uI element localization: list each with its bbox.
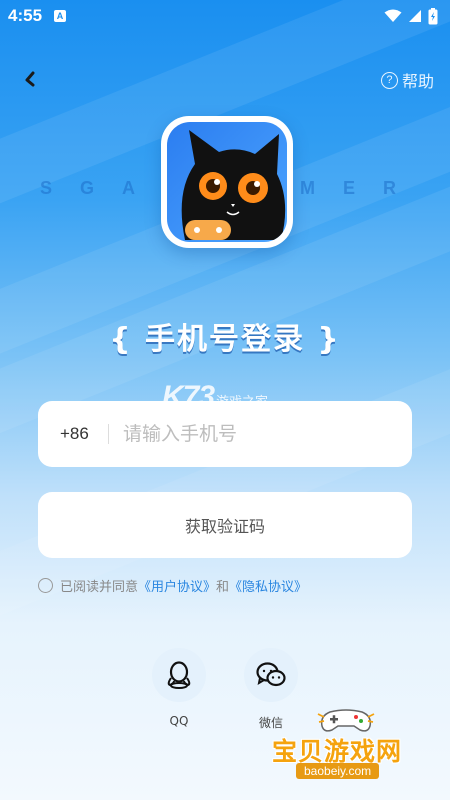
signal-icon (409, 10, 421, 22)
notification-icon: A (54, 10, 67, 22)
gamepad-icon (317, 709, 375, 732)
agreement-prefix: 已阅读并同意 (60, 580, 139, 595)
get-code-button[interactable]: 获取验证码 (38, 492, 412, 558)
back-arrow-icon (25, 71, 35, 87)
app-logo (161, 116, 293, 248)
site-watermark: 宝贝游戏网 baobeiy.com (272, 708, 432, 788)
qq-icon (167, 661, 191, 689)
help-label: 帮助 (401, 72, 434, 91)
help-button[interactable]: ? 帮助 (380, 68, 434, 92)
country-code[interactable]: +86 (38, 424, 108, 444)
brand-text-left: SGA (40, 178, 164, 198)
phone-input[interactable] (109, 423, 412, 445)
user-agreement-link[interactable]: 《用户协议》 (138, 576, 216, 595)
wechat-icon-circle (244, 648, 298, 702)
wechat-icon (256, 662, 286, 687)
battery-icon (428, 7, 438, 24)
qq-login-button[interactable]: QQ (152, 648, 206, 728)
qq-icon-circle (152, 648, 206, 702)
status-bar: 4:55 A (0, 0, 450, 32)
site-url: baobeiy.com (296, 763, 380, 779)
qq-label: QQ (169, 714, 189, 728)
status-icons (384, 7, 438, 25)
brand-text-right: MER (300, 178, 424, 198)
agreement-checkbox[interactable] (38, 578, 53, 593)
agreement-row: 已阅读并同意 《用户协议》 和 《隐私协议》 (38, 576, 307, 595)
back-button[interactable] (16, 64, 46, 94)
privacy-policy-link[interactable]: 《隐私协议》 (229, 576, 307, 595)
wifi-icon (384, 9, 402, 22)
help-icon: ? (380, 71, 398, 89)
status-time: 4:55 (8, 6, 43, 25)
phone-field: +86 (38, 401, 412, 467)
black-cat-logo-icon (181, 130, 286, 240)
agreement-conjunction: 和 (216, 580, 230, 595)
page-title: { 手机号登录 } (109, 322, 341, 357)
